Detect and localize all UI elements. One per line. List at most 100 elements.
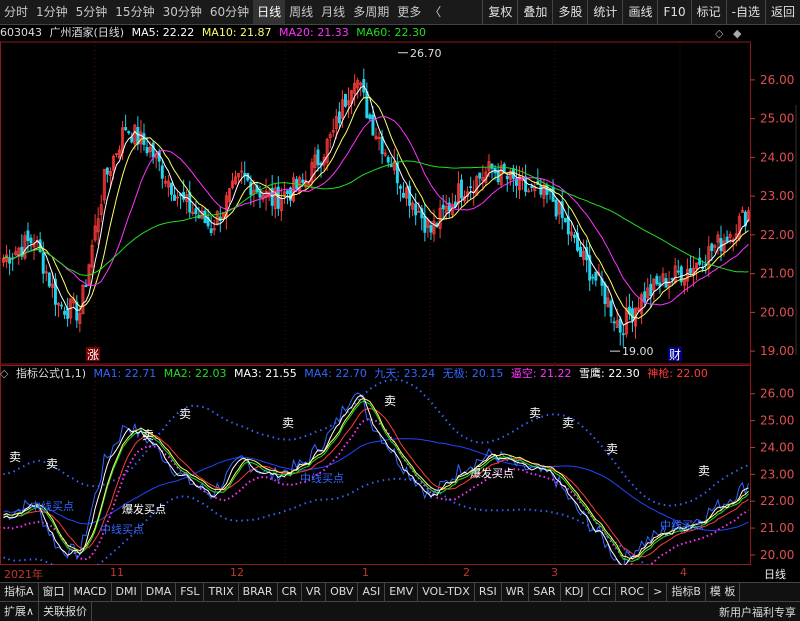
- candle-body-98: [301, 179, 305, 183]
- indicator-tab-8[interactable]: CR: [278, 583, 302, 601]
- period-tab-7[interactable]: 周线: [285, 0, 317, 24]
- indicator-tab-16[interactable]: SAR: [529, 583, 561, 601]
- indicator-chart[interactable]: 26.0025.0024.0023.0022.0021.0020.00卖 卖卖卖卖…: [0, 365, 800, 565]
- indicator-tab-14[interactable]: RSI: [475, 583, 502, 601]
- period-tab-1[interactable]: 1分钟: [32, 0, 72, 24]
- candle-body-130: [398, 185, 402, 189]
- indicator-tab-5[interactable]: FSL: [176, 583, 205, 601]
- max-price-label: 26.70: [410, 47, 442, 60]
- indicator-name: 指标公式(1,1): [15, 367, 87, 380]
- ind-y-label-4: 22.00: [760, 494, 794, 508]
- period-tab-4[interactable]: 30分钟: [159, 0, 206, 24]
- price-y-label-3: 23.00: [760, 189, 794, 203]
- period-tab-3[interactable]: 15分钟: [111, 0, 158, 24]
- indicator-tab-22[interactable]: 模 板: [706, 583, 741, 601]
- ma20-label: MA20: 21.33: [279, 26, 349, 39]
- candle-body-206: [630, 308, 634, 321]
- candle-body-176: [539, 185, 543, 195]
- ma5-label: MA5: 22.22: [131, 26, 195, 39]
- indicator-tab-13[interactable]: VOL-TDX: [418, 583, 475, 601]
- candle-body-34: [105, 167, 109, 175]
- date-axis: 日线 2021年 11 12 1 2 3 4: [0, 566, 800, 581]
- period-tab-6[interactable]: 日线: [253, 0, 286, 24]
- indicator-tab-4[interactable]: DMA: [142, 583, 177, 601]
- more-periods-button[interactable]: 更多: [393, 0, 425, 24]
- date-label-3: 1: [362, 566, 369, 579]
- indicator-tab-6[interactable]: TRIX: [204, 583, 239, 601]
- sell-signal-1: 卖: [46, 457, 58, 471]
- new-user-notice[interactable]: 新用户福利专享: [715, 604, 800, 620]
- toolbar-tools: 复权 叠加 多股 统计 画线 F10 标记 -自选 返回: [482, 0, 800, 24]
- candle-body-200: [612, 321, 616, 324]
- price-chart[interactable]: 26.00 25.00 24.00 23.00 22.00 21.00 20.00 19.00…: [0, 25, 800, 365]
- candle-body-103: [316, 149, 320, 166]
- candle-body-55: [169, 182, 173, 195]
- bottom-button-0[interactable]: 扩展∧: [0, 602, 40, 621]
- candle-body-131: [402, 192, 405, 198]
- candle-body-189: [579, 246, 583, 257]
- candle-body-184: [563, 218, 567, 223]
- tool-button-0[interactable]: 复权: [482, 0, 517, 24]
- candle-body-27: [84, 285, 88, 288]
- period-tab-9[interactable]: 多周期: [349, 0, 393, 24]
- tool-button-4[interactable]: 画线: [622, 0, 657, 24]
- period-tab-8[interactable]: 月线: [317, 0, 349, 24]
- price-y-label-6: 20.00: [760, 305, 794, 319]
- tool-button-6[interactable]: 标记: [690, 0, 726, 24]
- indicator-tab-19[interactable]: ROC: [616, 583, 650, 601]
- buy-signal-4: 中线买点: [300, 471, 344, 485]
- bottom-button-1[interactable]: 关联报价: [39, 602, 93, 621]
- indicator-tab-12[interactable]: EMV: [385, 583, 419, 601]
- indicator-tab-3[interactable]: DMI: [112, 583, 142, 601]
- candle-body-237: [725, 236, 729, 243]
- candle-body-68: [209, 228, 213, 234]
- ind-y-label-3: 23.00: [760, 467, 794, 481]
- indicator-tab-9[interactable]: VR: [302, 583, 327, 601]
- candle-body-197: [603, 283, 607, 305]
- indicator-tab-15[interactable]: WR: [502, 583, 530, 601]
- indicator-tab-1[interactable]: 窗口: [39, 583, 70, 601]
- tool-button-2[interactable]: 多股: [552, 0, 587, 24]
- price-y-label-4: 22.00: [760, 228, 794, 242]
- period-tab-2[interactable]: 5分钟: [72, 0, 112, 24]
- date-label-0: 2021年: [4, 568, 43, 581]
- candle-body-21: [66, 308, 70, 319]
- indicator-tab-2[interactable]: MACD: [70, 583, 112, 601]
- chevron-left-icon[interactable]: 〈: [425, 0, 445, 24]
- indicator-tab-18[interactable]: CCI: [589, 583, 617, 601]
- candle-body-19: [60, 304, 64, 307]
- candle-body-214: [655, 275, 659, 285]
- indicator-tab-21[interactable]: 指标B: [667, 583, 706, 601]
- candle-body-127: [389, 164, 393, 168]
- candle-body-93: [285, 190, 289, 195]
- collapse-icon[interactable]: ◇: [0, 367, 8, 380]
- period-tab-5[interactable]: 60分钟: [206, 0, 253, 24]
- indicator-tab-10[interactable]: OBV: [326, 583, 359, 601]
- sell-signal-4: 卖: [282, 416, 294, 430]
- candle-body-124: [380, 136, 384, 154]
- tool-button-3[interactable]: 统计: [587, 0, 622, 24]
- candle-body-20: [63, 310, 67, 315]
- tool-button-8[interactable]: 返回: [764, 0, 800, 24]
- indicator-tab-11[interactable]: ASI: [358, 583, 386, 601]
- cai-marker: 财: [669, 348, 681, 362]
- sell-signal-3: 卖: [179, 407, 191, 421]
- candle-body-135: [414, 203, 418, 216]
- indicator-tab-17[interactable]: KDJ: [561, 583, 589, 601]
- candle-body-56: [173, 194, 176, 201]
- indicator-tab-20[interactable]: >: [649, 583, 668, 601]
- ind-y-label-0: 26.00: [760, 387, 794, 401]
- period-tab-0[interactable]: 分时: [0, 0, 32, 24]
- candle-body-212: [649, 283, 653, 296]
- ind-y-label-6: 20.00: [760, 548, 794, 562]
- candle-body-112: [344, 93, 347, 107]
- candle-body-173: [530, 186, 534, 188]
- candle-body-63: [194, 208, 198, 215]
- indicator-tab-0[interactable]: 指标A: [0, 583, 39, 601]
- tool-button-7[interactable]: -自选: [725, 0, 765, 24]
- tool-button-5[interactable]: F10: [657, 0, 690, 24]
- sell-signal-2: 卖: [142, 428, 154, 442]
- indicator-tab-7[interactable]: BRAR: [239, 583, 278, 601]
- candle-body-121: [371, 114, 375, 136]
- tool-button-1[interactable]: 叠加: [517, 0, 552, 24]
